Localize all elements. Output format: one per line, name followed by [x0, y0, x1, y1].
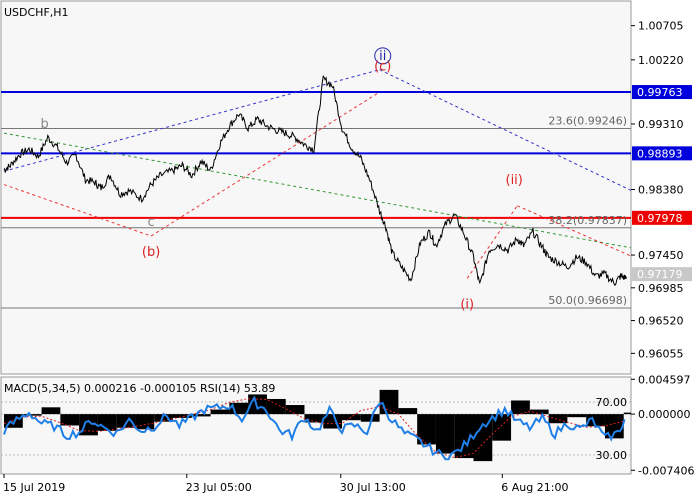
macd-bar	[435, 414, 455, 454]
price-tick-label: 0.97450	[638, 249, 684, 262]
price-tick-label: 0.98380	[638, 184, 684, 197]
wave-label: (c)	[374, 59, 391, 74]
chart-window: 0.99763 0.98893 0.97978 0.97179 23.6(0.99246…	[0, 0, 700, 500]
indicator-tick-label: -0.007406	[638, 464, 694, 477]
macd-bar	[135, 414, 155, 430]
macd-bar	[342, 414, 361, 421]
fibonacci-label: 50.0(0.96698)	[548, 294, 627, 307]
macd-bar	[567, 414, 587, 418]
time-tick-label: 30 Jul 13:00	[340, 481, 406, 494]
fibonacci-label: 38.2(0.97837)	[548, 214, 627, 227]
indicator-header: MACD(5,34,5) 0.000216 -0.000105 RSI(14) …	[4, 382, 275, 395]
macd-bar	[210, 409, 230, 415]
macd-bar	[379, 389, 399, 415]
time-tick-label: 15 Jul 2019	[3, 481, 65, 494]
macd-bar	[398, 408, 418, 415]
chart-title: USDCHF,H1	[4, 6, 69, 19]
wave-label: (i)	[460, 298, 474, 313]
price-tick-label: 0.96055	[638, 347, 684, 360]
macd-bar	[22, 414, 42, 416]
price-chart[interactable]: 0.99763 0.98893 0.97978 0.97179 23.6(0.99246…	[0, 0, 700, 500]
macd-bar	[266, 398, 286, 415]
macd-bar	[511, 400, 530, 415]
rsi-level-label: 70.00	[596, 396, 628, 409]
level-price-label: 0.98893	[637, 147, 683, 160]
wave-label: (b)	[142, 245, 160, 260]
wave-label: c	[148, 215, 155, 230]
macd-bar	[548, 414, 568, 424]
price-tick-label: 1.00220	[638, 54, 684, 67]
fibonacci-label: 23.6(0.99246)	[548, 114, 627, 127]
indicator-tick-label: 0.000000	[638, 408, 691, 421]
wave-label: b	[41, 117, 49, 132]
wave-label: (ii)	[506, 173, 523, 188]
time-tick-label: 23 Jul 05:00	[186, 481, 252, 494]
macd-bar	[191, 414, 211, 417]
price-tick-label: 0.96520	[638, 315, 684, 328]
price-panel	[0, 0, 632, 375]
current-price-label: 0.97179	[637, 268, 683, 281]
price-tick-label: 1.00705	[638, 20, 684, 33]
macd-bar	[116, 414, 136, 428]
rsi-level-label: 30.00	[596, 449, 628, 462]
price-tick-label: 0.96985	[638, 282, 684, 295]
indicator-tick-label: 0.004597	[638, 373, 691, 386]
time-tick-label: 6 Aug 21:00	[501, 481, 568, 494]
macd-bar	[285, 405, 305, 415]
price-tick-label: 0.99310	[638, 118, 684, 131]
level-price-label: 0.99763	[637, 86, 683, 99]
macd-bar	[41, 407, 61, 415]
level-price-label: 0.97978	[637, 212, 683, 225]
